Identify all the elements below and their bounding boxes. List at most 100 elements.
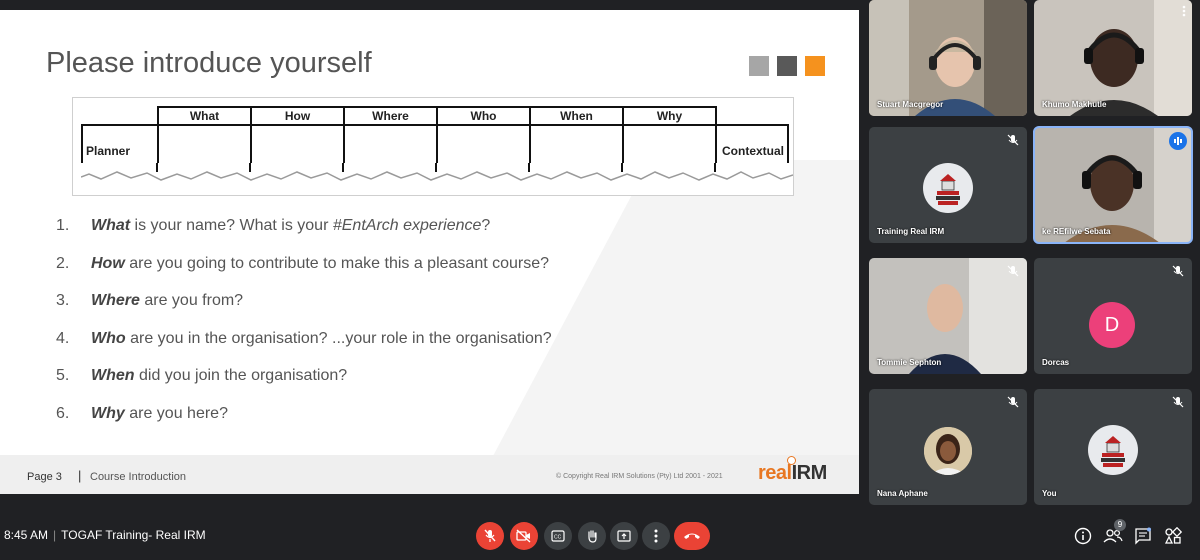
activities-icon [1164,527,1182,544]
captions-icon: CC [551,530,565,542]
question-emphasis: #EntArch experience [332,217,482,234]
participant-name: Khumo Makhutle [1042,100,1107,109]
raise-hand-icon [588,530,597,543]
raise-hand-button[interactable] [578,522,606,550]
torn-edge [81,163,793,181]
question-end: ? [481,217,491,234]
chat-button[interactable] [1132,525,1154,547]
question-list: 1. What is your name? What is your #EntA… [56,217,552,442]
participant-name: Nana Aphane [877,489,928,498]
footer-separator: | [78,468,82,483]
people-count-badge: 9 [1114,519,1126,531]
mic-off-button[interactable] [476,522,504,550]
question-keyword: When [91,367,135,384]
current-time: 8:45 AM [4,528,49,542]
grey-square [749,56,769,76]
participant-tile[interactable]: Tommie Sephton [869,258,1027,374]
zachman-framework-table: What How Where Who When Why Planner Cont… [72,97,794,196]
participant-tile[interactable]: D Dorcas [1034,258,1192,374]
captions-button[interactable]: CC [544,522,572,550]
mic-off-icon [1006,395,1020,409]
column-header: What [157,106,252,126]
mic-off-icon [1006,264,1020,278]
question-number: 2. [56,254,70,272]
camera-off-icon [516,529,531,543]
participant-name: You [1042,489,1057,498]
page-number: Page 3 [27,471,62,483]
question-item: 1. What is your name? What is your #EntA… [56,217,552,255]
more-options-button[interactable] [642,522,670,550]
question-keyword: How [91,254,125,272]
video-feed [869,0,1027,116]
question-number: 3. [56,292,70,309]
question-text: are you from? [139,292,244,309]
question-keyword: What [91,217,131,234]
participant-name: Training Real IRM [877,227,945,236]
camera-off-button[interactable] [510,522,538,550]
presentation-slide: Please introduce yourself What How Where… [0,10,859,494]
info-separator: | [53,528,57,542]
column-header: Where [343,106,438,126]
column-header: How [250,106,345,126]
question-text: is your name? What is your [130,217,333,234]
meeting-details-button[interactable] [1072,525,1094,547]
real-irm-avatar [1088,425,1138,475]
hang-up-button[interactable] [674,522,710,550]
logo-irm-text: IRM [791,462,828,484]
participant-name: ke REfilwe Sebata [1042,227,1111,236]
question-text: are you going to contribute to make this… [124,254,550,272]
video-feed [1034,0,1192,116]
mic-off-icon [1171,264,1185,278]
meeting-info: 8:45 AM | TOGAF Training- Real IRM [4,528,206,542]
question-item: 4. Who are you in the organisation? ...y… [56,330,552,368]
participant-name: Dorcas [1042,358,1070,367]
participant-tile[interactable]: Nana Aphane [869,389,1027,505]
participant-tile[interactable]: ke REfilwe Sebata [1033,126,1193,244]
participant-name: Stuart Macgregor [877,100,944,109]
column-header: Why [622,106,717,126]
more-icon [654,529,658,543]
meeting-title: TOGAF Training- Real IRM [61,528,206,542]
present-button[interactable] [610,522,638,550]
participant-tile[interactable]: Training Real IRM [869,127,1027,243]
copyright-text: © Copyright Real IRM Solutions (Pty) Ltd… [556,473,723,480]
speaking-indicator-icon [1169,132,1187,150]
avatar: D [1089,302,1135,348]
participant-tile[interactable]: Stuart Macgregor [869,0,1027,116]
question-text: are you here? [124,404,228,422]
table-corner [716,107,788,126]
question-text: are you in the organisation? ...your rol… [125,329,552,347]
participant-tile[interactable]: You [1034,389,1192,505]
present-icon [617,530,631,542]
video-feed [869,258,1027,374]
avatar [924,427,972,475]
real-irm-avatar [923,163,973,213]
meeting-toolbar: 8:45 AM | TOGAF Training- Real IRM CC 9 [0,510,1200,560]
question-number: 6. [56,404,70,422]
svg-text:CC: CC [554,535,562,541]
logo-dot-icon [787,456,796,465]
mic-off-icon [1171,395,1185,409]
participant-tile[interactable]: Khumo Makhutle [1034,0,1192,116]
logo-real-text: real [758,462,792,484]
slide-title: Please introduce yourself [46,47,372,79]
column-header: When [529,106,624,126]
question-keyword: Where [91,292,140,309]
info-icon [1074,527,1092,545]
mic-off-icon [1006,133,1020,147]
dark-square [777,56,797,76]
hang-up-icon [684,533,700,539]
question-item: 3. Where are you from? [56,292,552,330]
table-corner [82,107,158,126]
mic-off-icon [484,529,496,542]
question-item: 2. How are you going to contribute to ma… [56,255,552,293]
decorative-squares [749,56,825,76]
footer-section: Course Introduction [90,471,186,483]
orange-square [805,56,825,76]
question-item: 5. When did you join the organisation? [56,367,552,405]
more-options-icon[interactable] [1182,4,1186,17]
question-text: did you join the organisation? [134,367,348,384]
question-number: 4. [56,329,70,347]
question-number: 5. [56,367,70,384]
activities-button[interactable] [1162,525,1184,547]
